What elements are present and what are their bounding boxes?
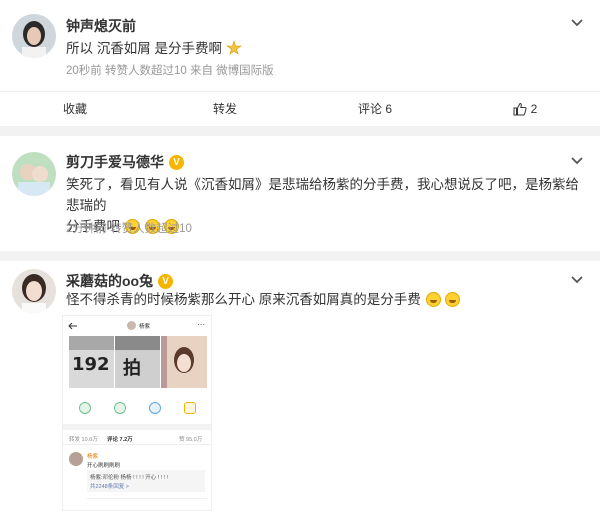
thumbs-up-icon bbox=[513, 102, 527, 115]
share-icon bbox=[149, 402, 161, 414]
post-1: 钟声熄灭前 所以 沉香如屑 是分手费啊 20秒前 转赞人数超过10 来自 微博国… bbox=[0, 0, 600, 126]
username[interactable]: 剪刀手爱马德华 V bbox=[66, 152, 184, 172]
comment-label: 评论 6 bbox=[357, 102, 392, 116]
post-text: 怪不得杀青的时候杨紫那么开心 原来沉香如屑真的是分手费 bbox=[66, 289, 580, 310]
chevron-down-icon[interactable] bbox=[570, 156, 584, 166]
separator bbox=[0, 126, 600, 136]
thumb-text-1: 192 bbox=[72, 354, 110, 375]
image-tab-comment: 评论 7.2万 bbox=[107, 437, 133, 443]
post-text-content: 所以 沉香如屑 是分手费啊 bbox=[66, 41, 223, 56]
favorite-label: 收藏 bbox=[62, 102, 87, 116]
username[interactable]: 钟声熄灭前 bbox=[66, 16, 136, 36]
verified-badge-icon: V bbox=[158, 273, 174, 289]
action-bar: 收藏 转发 评论 6 2 bbox=[0, 91, 600, 125]
image-thumb-1: 192 bbox=[69, 336, 114, 388]
like-count: 2 bbox=[530, 101, 538, 116]
separator bbox=[0, 251, 600, 261]
emoji-laugh-icon bbox=[425, 292, 441, 307]
post-text-content: 怪不得杀青的时候杨紫那么开心 原来沉香如屑真的是分手费 bbox=[66, 292, 421, 307]
comment-button[interactable]: 评论 6 bbox=[300, 92, 450, 125]
back-arrow-icon bbox=[68, 322, 77, 330]
verified-badge-icon: V bbox=[169, 154, 184, 170]
username[interactable]: 采蘑菇的oo兔 V bbox=[66, 271, 174, 291]
post-2: 剪刀手爱马德华 V 笑死了，看见有人说《沉香如屑》是悲瑞给杨紫的分手费，我心想说… bbox=[0, 136, 600, 251]
more-dots-icon: ⋯ bbox=[197, 320, 205, 329]
image-reply-more: 共2248条回复 > bbox=[90, 484, 129, 490]
username-text[interactable]: 采蘑菇的oo兔 bbox=[66, 271, 153, 291]
image-comment-user: 杨紫 bbox=[87, 454, 99, 460]
repost-button[interactable]: 转发 bbox=[150, 92, 300, 125]
share-icon bbox=[184, 402, 196, 414]
chevron-down-icon[interactable] bbox=[570, 18, 584, 28]
image-tab-repost: 转发 10.0万 bbox=[69, 437, 98, 443]
username-text[interactable]: 剪刀手爱马德华 bbox=[66, 152, 164, 172]
image-comment-text: 开心刷刷刷刷 bbox=[87, 463, 121, 469]
image-tab-like: 赞 95.0万 bbox=[179, 437, 203, 443]
image-thumb-3 bbox=[161, 336, 207, 388]
post-meta: 2分钟前 转赞人数超过10 bbox=[66, 223, 192, 235]
thumb-text-2: 拍 bbox=[123, 358, 141, 378]
image-thumb-2: 拍 bbox=[115, 336, 160, 388]
image-reply-text: 杨紫:邓伦粉 杨杨 ! ! ! ! 开心 ! ! ! ! bbox=[90, 475, 169, 481]
image-comment-avatar bbox=[69, 452, 83, 466]
share-icon bbox=[114, 402, 126, 414]
image-header-avatar bbox=[127, 321, 136, 330]
emoji-icon bbox=[225, 39, 242, 55]
chevron-down-icon[interactable] bbox=[570, 275, 584, 285]
share-icon bbox=[79, 402, 91, 414]
avatar[interactable] bbox=[12, 14, 56, 58]
post-image[interactable]: 杨紫 ⋯ 192 拍 转发 10.0万 评论 7.2万 赞 95.0万 杨紫 开… bbox=[62, 315, 212, 511]
post-meta: 20秒前 转赞人数超过10 来自 微博国际版 bbox=[66, 65, 274, 77]
avatar[interactable] bbox=[12, 152, 56, 196]
post-text-line-1: 笑死了，看见有人说《沉香如屑》是悲瑞给杨紫的分手费，我心想说反了吧，是杨紫给悲瑞… bbox=[66, 177, 579, 213]
like-button[interactable]: 2 bbox=[450, 92, 600, 125]
post-text: 所以 沉香如屑 是分手费啊 bbox=[66, 38, 580, 59]
repost-label: 转发 bbox=[212, 102, 237, 116]
image-header-name: 杨紫 bbox=[139, 324, 151, 330]
username-text[interactable]: 钟声熄灭前 bbox=[66, 16, 136, 36]
avatar[interactable] bbox=[12, 269, 56, 313]
emoji-laugh-icon bbox=[445, 292, 461, 307]
favorite-button[interactable]: 收藏 bbox=[0, 92, 150, 125]
